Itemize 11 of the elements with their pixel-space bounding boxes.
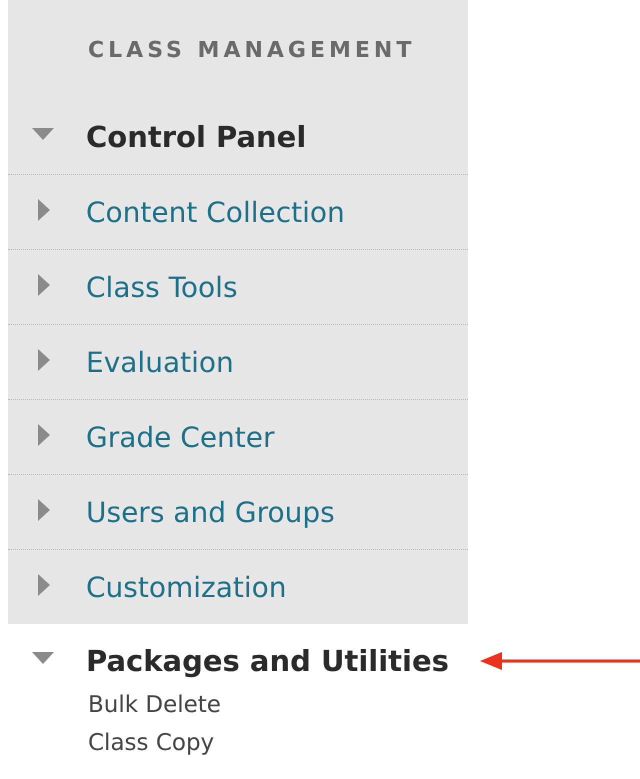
- menu-link[interactable]: Class Copy: [88, 730, 468, 756]
- section-heading: CLASS MANAGEMENT: [8, 0, 468, 100]
- menu-item[interactable]: Evaluation: [86, 346, 234, 378]
- menu-item[interactable]: Content Collection: [86, 196, 345, 228]
- menu-item[interactable]: Users and Groups: [86, 496, 335, 528]
- menu-item[interactable]: Customization: [86, 570, 287, 604]
- menu-section[interactable]: Packages and Utilities: [86, 644, 449, 678]
- menu-link[interactable]: Bulk Delete: [88, 692, 468, 718]
- menu-item[interactable]: Grade Center: [86, 420, 275, 454]
- menu-section[interactable]: Control Panel: [86, 120, 306, 154]
- menu-item[interactable]: Class Tools: [86, 270, 238, 304]
